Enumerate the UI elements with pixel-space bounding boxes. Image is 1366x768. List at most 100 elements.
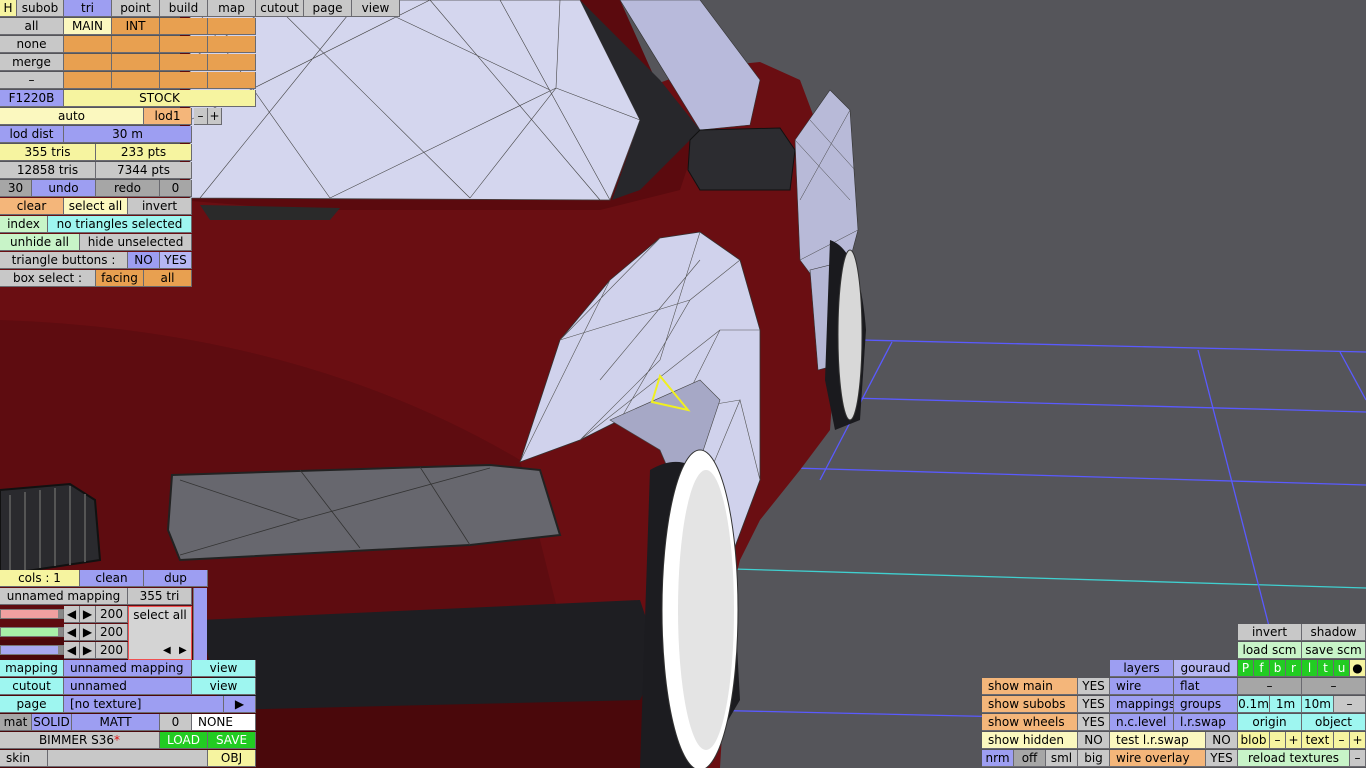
map-unnamed-mapping-button[interactable]: unnamed mapping [0,588,128,605]
tri-30-m-button[interactable]: 30 m [64,126,192,143]
tri-0-button[interactable]: 0 [160,180,192,197]
view-1m-button[interactable]: 1m [1270,696,1302,713]
menu-cutout-button[interactable]: cutout [256,0,304,17]
map-200-button[interactable]: 200 [96,606,128,623]
map-blank-button[interactable]: ▶ [80,624,96,641]
menu-page-button[interactable]: page [304,0,352,17]
tri-blank-button[interactable]: – [0,72,64,89]
map-view-button[interactable]: view [192,660,256,677]
menu-build-button[interactable]: build [160,0,208,17]
map-none-button[interactable]: NONE [192,714,256,731]
tri-index-button[interactable]: index [0,216,48,233]
map-solid-button[interactable]: SOLID [32,714,72,731]
tri-undo-button[interactable]: undo [32,180,96,197]
tri-triangle-buttons-button[interactable]: triangle buttons : [0,252,128,269]
view-blank-button[interactable]: + [1286,732,1302,749]
view-0-1m-button[interactable]: 0.1m [1238,696,1270,713]
view-groups-button[interactable]: groups [1174,696,1238,713]
map-page-button[interactable]: page [0,696,64,713]
view-blank-button[interactable]: – [1350,750,1366,767]
view-show-main-button[interactable]: show main [982,678,1078,695]
tri-12858-tris-button[interactable]: 12858 tris [0,162,96,179]
map-blank-button[interactable] [48,750,208,767]
menu-h-button[interactable]: H [0,0,17,17]
view-l-r-swap-button[interactable]: l.r.swap [1174,714,1238,731]
map-blank-button[interactable]: ◀ [64,624,80,641]
view-blank-button[interactable]: ● [1350,660,1366,677]
map-blank-button[interactable]: ◀ [64,642,80,659]
view-object-button[interactable]: object [1302,714,1366,731]
menu-view-button[interactable]: view [352,0,400,17]
map-blank-button[interactable]: ▶ [80,606,96,623]
view-show-hidden-button[interactable]: show hidden [982,732,1078,749]
view-blank-button[interactable]: + [1350,732,1366,749]
tri-blank-button[interactable]: – [194,108,208,125]
menu-subob-button[interactable]: subob [17,0,64,17]
map-200-button[interactable]: 200 [96,642,128,659]
tri-yes-button[interactable]: YES [160,252,192,269]
view-b-button[interactable]: b [1270,660,1286,677]
map-mat-button[interactable]: mat [0,714,32,731]
view-invert-button[interactable]: invert [1238,624,1302,641]
menu-tri-button[interactable]: tri [64,0,112,17]
tri-blank-button[interactable] [160,18,208,35]
tri-blank-button[interactable] [112,72,160,89]
view-yes-button[interactable]: YES [1078,714,1110,731]
view-wire-overlay-button[interactable]: wire overlay [1110,750,1206,767]
view-gouraud-button[interactable]: gouraud [1174,660,1238,677]
view-wire-button[interactable]: wire [1110,678,1174,695]
map-save-button[interactable]: SAVE [208,732,256,749]
tri-lod-dist-button[interactable]: lod dist [0,126,64,143]
map-200-button[interactable]: 200 [96,624,128,641]
view-text-button[interactable]: text [1302,732,1334,749]
tri-main-button[interactable]: MAIN [64,18,112,35]
tri-blank-button[interactable] [208,18,256,35]
tri-233-pts-button[interactable]: 233 pts [96,144,192,161]
tri-facing-button[interactable]: facing [96,270,144,287]
color-select-box[interactable]: select all ◀ ▶ [128,606,192,660]
view-no-button[interactable]: NO [1078,732,1110,749]
view-blank-button[interactable]: – [1238,678,1302,695]
tri-blank-button[interactable] [208,36,256,53]
view-l-button[interactable]: l [1302,660,1318,677]
tri-blank-button[interactable] [160,54,208,71]
map-blank-button[interactable]: ◀ [64,606,80,623]
view-r-button[interactable]: r [1286,660,1302,677]
tri-hide-unselected-button[interactable]: hide unselected [80,234,192,251]
tri-blank-button[interactable]: + [208,108,222,125]
view-p-button[interactable]: P [1238,660,1254,677]
view-nrm-button[interactable]: nrm [982,750,1014,767]
view-u-button[interactable]: u [1334,660,1350,677]
tri-int-button[interactable]: INT [112,18,160,35]
view-no-button[interactable]: NO [1206,732,1238,749]
tri-no-triangles-selected-button[interactable]: no triangles selected [48,216,192,233]
view-shadow-button[interactable]: shadow [1302,624,1366,641]
color-select-next[interactable]: ▶ [179,645,187,656]
view-origin-button[interactable]: origin [1238,714,1302,731]
tri-clear-button[interactable]: clear [0,198,64,215]
tri-blank-button[interactable] [208,54,256,71]
map-cutout-button[interactable]: cutout [0,678,64,695]
view-yes-button[interactable]: YES [1206,750,1238,767]
map-no-texture-button[interactable]: [no texture] [64,696,224,713]
map-view-button[interactable]: view [192,678,256,695]
tri-auto-button[interactable]: auto [0,108,144,125]
view-show-subobs-button[interactable]: show subobs [982,696,1078,713]
red-slider[interactable] [0,609,64,619]
model-name[interactable]: BIMMER S36* [0,732,160,749]
view-blank-button[interactable]: – [1334,696,1366,713]
view-flat-button[interactable]: flat [1174,678,1238,695]
tri-blank-button[interactable] [208,72,256,89]
tri-blank-button[interactable] [112,54,160,71]
map-skin-button[interactable]: skin [0,750,48,767]
map-matt-button[interactable]: MATT [72,714,160,731]
tri-blank-button[interactable] [160,36,208,53]
tri-7344-pts-button[interactable]: 7344 pts [96,162,192,179]
mapping-scrollbar[interactable] [193,588,207,660]
view-off-button[interactable]: off [1014,750,1046,767]
tri-30-button[interactable]: 30 [0,180,32,197]
tri-invert-button[interactable]: invert [128,198,192,215]
view-save-scm-button[interactable]: save scm [1302,642,1366,659]
map-cols-1-button[interactable]: cols : 1 [0,570,80,587]
view-n-c-level-button[interactable]: n.c.level [1110,714,1174,731]
